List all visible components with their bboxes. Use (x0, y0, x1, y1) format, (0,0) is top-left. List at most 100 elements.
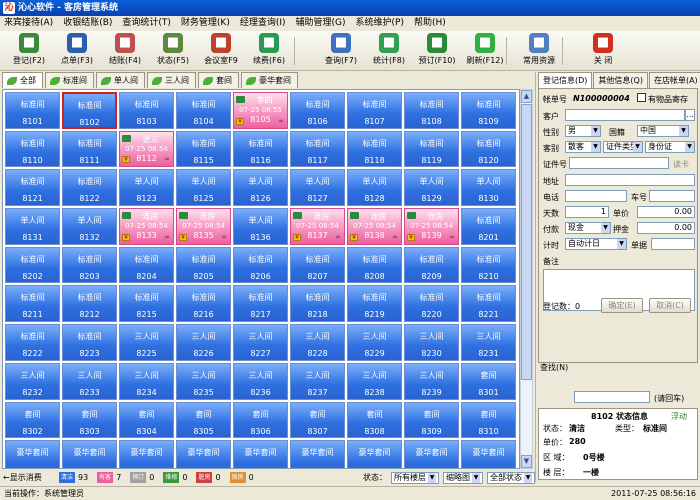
view-select[interactable]: 缩略图 ▼ (443, 471, 483, 484)
tab-4[interactable]: 套间 (198, 72, 239, 88)
room-tile[interactable]: 三人间 8227 (233, 324, 288, 361)
room-tile[interactable]: 单人间 8123 (119, 169, 174, 207)
float-button[interactable]: 浮动 (671, 411, 687, 422)
room-tile[interactable]: 连房 07-25 08:54 8138 ¥ ∞ (347, 208, 402, 245)
toolbar-button-8[interactable]: ■ 预订(F10) (412, 33, 462, 69)
scroll-down-icon[interactable]: ▼ (521, 455, 532, 468)
search-input[interactable] (574, 391, 650, 403)
room-tile[interactable]: 标准间 8106 (290, 92, 345, 129)
room-tile[interactable]: 豪华套间 (404, 440, 459, 468)
phone-input[interactable] (565, 190, 627, 202)
tab-1[interactable]: 标准间 (45, 72, 94, 88)
room-tile[interactable]: 标准间 8108 (404, 92, 459, 129)
toolbar-button-5[interactable]: ■ 续费(F6) (244, 33, 294, 69)
days-input[interactable]: 1 (565, 206, 609, 218)
room-tile[interactable]: 套间 8306 (233, 401, 288, 439)
tab-2[interactable]: 单人间 (96, 72, 145, 88)
toolbar-button-10[interactable]: ■ 常用资源 (514, 33, 564, 69)
room-tile[interactable]: 豪华套间 (176, 440, 231, 468)
room-tile[interactable]: 标准间 8202 (5, 246, 60, 284)
car-input[interactable] (649, 190, 695, 202)
room-tile[interactable]: 标准间 8109 (461, 92, 516, 129)
room-tile[interactable]: 套间 8301 (461, 362, 516, 400)
toolbar-button-7[interactable]: ■ 统计(F8) (364, 33, 414, 69)
room-tile[interactable]: 连房 07-25 08:54 8139 ¥ ∞ (404, 208, 459, 245)
room-tile[interactable]: 标准间 8223 (62, 324, 117, 361)
menu-item-1[interactable]: 收银结账(B) (63, 16, 112, 31)
read-card-button[interactable]: 读卡 (673, 159, 689, 170)
room-tile[interactable]: 三人间 8228 (290, 324, 345, 361)
id-type-select[interactable]: 证件类型 ▼ (603, 141, 643, 153)
room-tile[interactable]: 套间 8304 (119, 401, 174, 439)
payment-select[interactable]: 现金 ▼ (565, 222, 611, 234)
room-tile[interactable]: 标准间 8206 (233, 246, 288, 284)
gender-select[interactable]: 男 ▼ (565, 125, 601, 137)
room-tile[interactable]: 三人间 8226 (176, 324, 231, 361)
room-tile[interactable]: 三人间 8233 (62, 362, 117, 400)
room-grid-scrollbar[interactable]: ▲ ▼ (520, 89, 533, 469)
toolbar-button-6[interactable]: ■ 查询(F7) (316, 33, 366, 69)
room-tile[interactable]: 李四 07-25 08:55 8105 ¥ ∞ (233, 92, 288, 129)
room-tile[interactable]: 标准间 8217 (233, 285, 288, 323)
room-tile[interactable]: 单人间 8127 (290, 169, 345, 207)
room-tile[interactable]: 标准间 8204 (119, 246, 174, 284)
customer-input[interactable] (565, 109, 685, 121)
room-tile[interactable]: 三人间 8231 (461, 324, 516, 361)
right-tab-1[interactable]: 其他信息(Q) (593, 72, 648, 88)
menu-item-5[interactable]: 辅助管理(G) (296, 16, 346, 31)
menu-item-0[interactable]: 来宾接待(A) (4, 16, 53, 31)
id-no-input[interactable] (569, 157, 669, 169)
room-tile[interactable]: 单人间 8132 (62, 208, 117, 245)
room-tile[interactable]: 三人间 8239 (404, 362, 459, 400)
room-tile[interactable]: 套间 8305 (176, 401, 231, 439)
toolbar-button-4[interactable]: ■ 会议室F9 (196, 33, 246, 69)
room-tile[interactable]: 套间 8302 (5, 401, 60, 439)
room-tile[interactable]: 豪华套间 (62, 440, 117, 468)
room-tile[interactable]: 套间 8307 (290, 401, 345, 439)
toolbar-button-1[interactable]: ■ 点单(F3) (52, 33, 102, 69)
tab-5[interactable]: 豪华套间 (241, 72, 298, 88)
right-tab-0[interactable]: 登记信息(D) (538, 72, 593, 88)
room-tile[interactable]: 标准间 8219 (347, 285, 402, 323)
room-tile[interactable]: 标准间 8102 (62, 92, 117, 129)
room-tile[interactable]: 标准间 8203 (62, 246, 117, 284)
tab-0[interactable]: 全部 (2, 72, 43, 88)
menu-item-7[interactable]: 帮助(H) (414, 16, 446, 31)
room-tile[interactable]: 标准间 8218 (290, 285, 345, 323)
room-tile[interactable]: 单人间 8131 (5, 208, 60, 245)
room-tile[interactable]: 三人间 8225 (119, 324, 174, 361)
guest-type-select[interactable]: 散客 ▼ (565, 141, 601, 153)
room-tile[interactable]: 豪华套间 (290, 440, 345, 468)
tab-3[interactable]: 三人间 (147, 72, 196, 88)
room-tile[interactable]: 标准间 8212 (62, 285, 117, 323)
room-tile[interactable]: 标准间 8104 (176, 92, 231, 129)
customer-more-button[interactable]: … (685, 109, 695, 121)
room-tile[interactable]: 标准间 8115 (176, 130, 231, 168)
room-tile[interactable]: 豪华套间 (233, 440, 288, 468)
room-tile[interactable]: 标准间 8118 (347, 130, 402, 168)
deposit-amount-input[interactable]: 0.00 (637, 222, 695, 234)
toolbar-button-2[interactable]: ■ 结账(F4) (100, 33, 150, 69)
room-tile[interactable]: 连房 07-25 08:54 8137 ¥ ∞ (290, 208, 345, 245)
bill-input[interactable] (651, 238, 695, 250)
menu-item-2[interactable]: 查询统计(T) (122, 16, 171, 31)
room-tile[interactable]: 标准间 8221 (461, 285, 516, 323)
room-tile[interactable]: 豪华套间 (119, 440, 174, 468)
menu-item-6[interactable]: 系统维护(P) (356, 16, 404, 31)
room-tile[interactable]: 连房 07-25 08:54 8135 ¥ ∞ (176, 208, 231, 245)
right-tab-2[interactable]: 在店帐单(A) (648, 72, 700, 88)
state-select[interactable]: 全部状态 ▼ (487, 471, 535, 484)
room-tile[interactable]: 套间 8310 (461, 401, 516, 439)
menu-item-3[interactable]: 财务管理(K) (181, 16, 230, 31)
room-tile[interactable]: 标准间 8220 (404, 285, 459, 323)
room-tile[interactable]: 豪华套间 (347, 440, 402, 468)
room-tile[interactable]: 标准间 8110 (5, 130, 60, 168)
confirm-button[interactable]: 确定(E) (601, 298, 643, 313)
scroll-up-icon[interactable]: ▲ (521, 90, 532, 103)
room-tile[interactable]: 标准间 8216 (176, 285, 231, 323)
room-tile[interactable]: 单人间 8130 (461, 169, 516, 207)
id-kind-select[interactable]: 身份证 ▼ (645, 141, 695, 153)
room-tile[interactable]: 豪华套间 (461, 440, 516, 468)
menu-item-4[interactable]: 经理查询(I) (240, 16, 286, 31)
room-tile[interactable]: 标准间 8107 (347, 92, 402, 129)
